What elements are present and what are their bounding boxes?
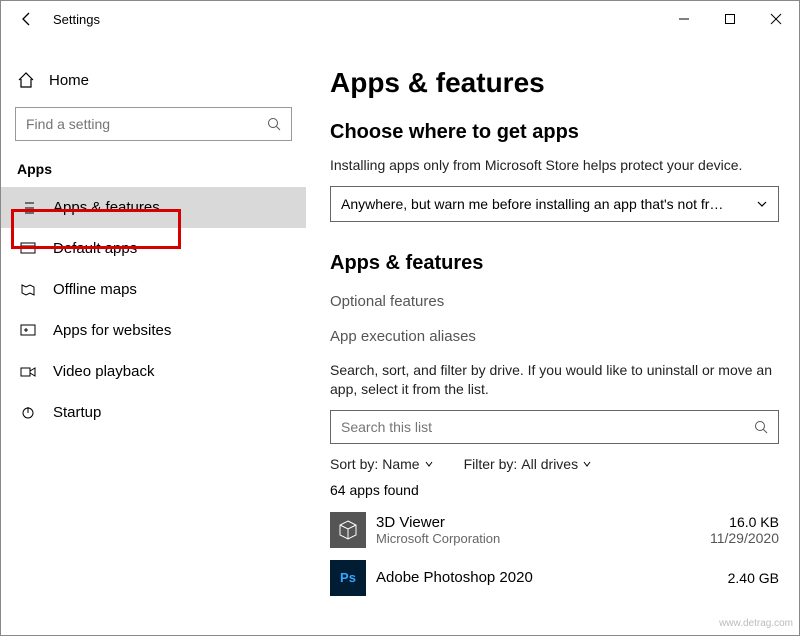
minimize-button[interactable] <box>661 3 707 35</box>
close-button[interactable] <box>753 3 799 35</box>
sidebar-item-label: Video playback <box>53 363 154 380</box>
chevron-down-icon <box>582 459 592 469</box>
filter-value: All drives <box>521 456 578 472</box>
app-icon: Ps <box>330 560 366 596</box>
chevron-down-icon <box>424 459 434 469</box>
search-icon <box>754 420 768 434</box>
app-size: 16.0 KB <box>710 514 779 530</box>
maximize-button[interactable] <box>707 3 753 35</box>
sidebar-item-label: Apps for websites <box>53 322 171 339</box>
titlebar: Settings <box>1 1 799 37</box>
chevron-down-icon <box>756 198 768 210</box>
page-title: Apps & features <box>330 67 779 99</box>
home-label: Home <box>49 72 89 89</box>
filter-by-dropdown[interactable]: Filter by: All drives <box>464 456 592 472</box>
home-link[interactable]: Home <box>1 61 306 99</box>
sidebar-item-apps-features[interactable]: Apps & features <box>1 187 306 228</box>
default-apps-icon <box>19 241 37 257</box>
watermark: www.detrag.com <box>719 618 793 629</box>
back-button[interactable] <box>13 5 41 33</box>
sidebar-item-default-apps[interactable]: Default apps <box>1 228 306 269</box>
sidebar-item-label: Offline maps <box>53 281 137 298</box>
home-icon <box>17 71 35 89</box>
app-publisher: Microsoft Corporation <box>376 531 710 546</box>
close-icon <box>770 13 782 25</box>
window-title: Settings <box>53 12 100 27</box>
sidebar-item-label: Default apps <box>53 240 137 257</box>
sort-value: Name <box>382 456 419 472</box>
sidebar-item-startup[interactable]: Startup <box>1 392 306 433</box>
filter-description: Search, sort, and filter by drive. If yo… <box>330 361 779 400</box>
app-name: 3D Viewer <box>376 514 710 531</box>
window-controls <box>661 3 799 35</box>
maximize-icon <box>724 13 736 25</box>
sidebar-item-offline-maps[interactable]: Offline maps <box>1 269 306 310</box>
app-search-input[interactable] <box>341 419 754 435</box>
sidebar-item-apps-for-websites[interactable]: Apps for websites <box>1 310 306 351</box>
app-list-item[interactable]: 3D Viewer Microsoft Corporation 16.0 KB … <box>330 506 779 554</box>
app-icon <box>330 512 366 548</box>
source-select[interactable]: Anywhere, but warn me before installing … <box>330 186 779 222</box>
filter-label: Filter by: <box>464 456 518 472</box>
sidebar-search-input[interactable] <box>26 116 267 132</box>
minimize-icon <box>678 13 690 25</box>
apps-websites-icon <box>19 323 37 339</box>
app-size: 2.40 GB <box>728 570 779 586</box>
features-heading: Apps & features <box>330 252 779 275</box>
source-select-value: Anywhere, but warn me before installing … <box>341 196 756 212</box>
app-name: Adobe Photoshop 2020 <box>376 569 728 586</box>
sidebar-search[interactable] <box>15 107 292 141</box>
sidebar-item-label: Startup <box>53 404 101 421</box>
list-icon <box>19 200 37 216</box>
startup-icon <box>19 405 37 421</box>
app-date: 11/29/2020 <box>710 530 779 546</box>
sidebar-item-label: Apps & features <box>53 199 160 216</box>
map-icon <box>19 282 37 298</box>
sort-label: Sort by: <box>330 456 378 472</box>
app-search[interactable] <box>330 410 779 444</box>
arrow-left-icon <box>19 11 35 27</box>
source-description: Installing apps only from Microsoft Stor… <box>330 156 779 176</box>
app-execution-aliases-link[interactable]: App execution aliases <box>330 322 779 351</box>
optional-features-link[interactable]: Optional features <box>330 287 779 316</box>
sidebar-category: Apps <box>1 149 306 187</box>
app-list-item[interactable]: Ps Adobe Photoshop 2020 2.40 GB <box>330 554 779 602</box>
sort-by-dropdown[interactable]: Sort by: Name <box>330 456 434 472</box>
source-heading: Choose where to get apps <box>330 121 779 144</box>
sidebar-item-video-playback[interactable]: Video playback <box>1 351 306 392</box>
search-icon <box>267 117 281 131</box>
apps-count: 64 apps found <box>330 482 779 498</box>
sidebar: Home Apps Apps & features Default apps O… <box>1 37 306 635</box>
video-icon <box>19 364 37 380</box>
content-pane: Apps & features Choose where to get apps… <box>306 37 799 635</box>
